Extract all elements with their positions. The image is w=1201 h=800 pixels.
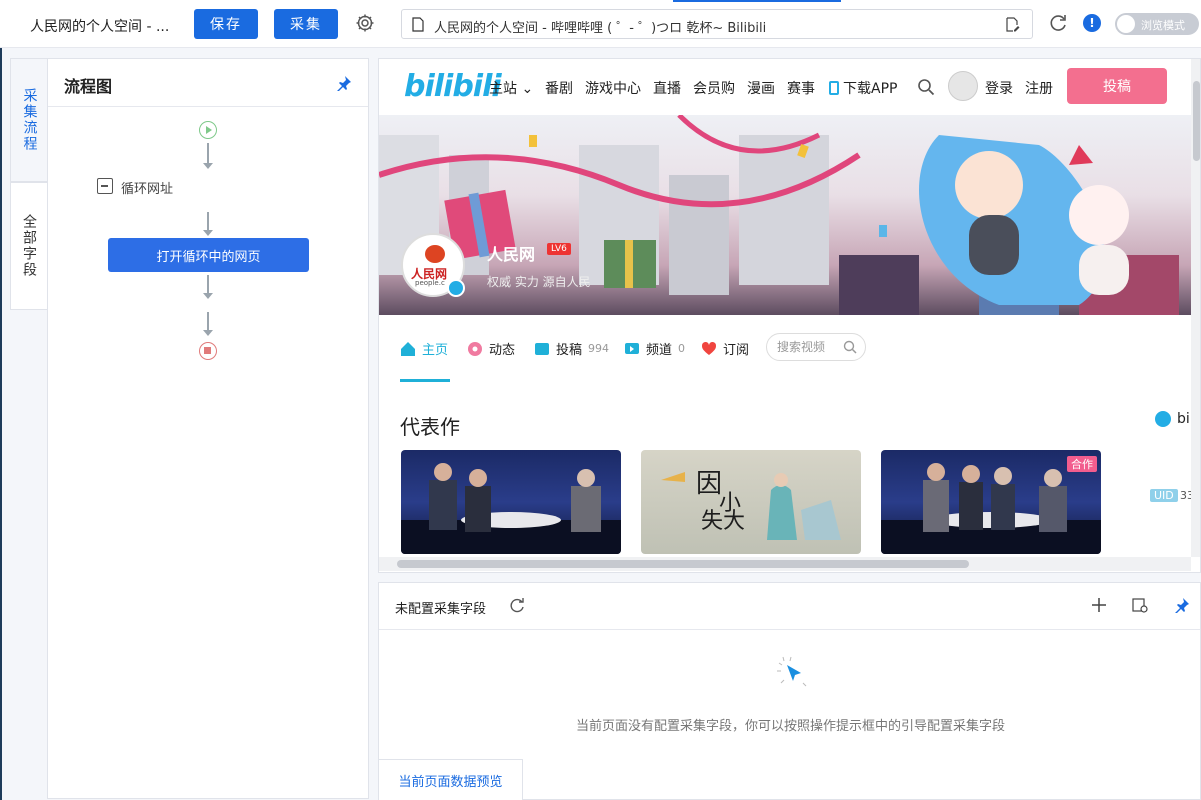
nav-comic[interactable]: 漫画 (747, 78, 775, 98)
empty-state-text: 当前页面没有配置采集字段，你可以按照操作提示框中的引导配置采集字段 (575, 719, 1005, 734)
info-icon[interactable]: ! (1083, 14, 1101, 32)
flower-icon (468, 341, 482, 356)
document-icon (412, 17, 424, 32)
video-search-input[interactable]: 搜索视频 (766, 333, 866, 361)
fields-panel-header: 未配置采集字段 (379, 583, 1200, 630)
pin-icon[interactable] (336, 75, 352, 91)
nav-download-app[interactable]: 下载APP (829, 78, 897, 98)
search-icon[interactable] (917, 78, 935, 96)
bili-header: bilibili 主站 ⌄ 番剧 游戏中心 直播 会员购 漫画 赛事 下载APP… (379, 59, 1191, 115)
flow-start-node[interactable] (199, 121, 217, 139)
collect-button[interactable]: 采集 (274, 9, 338, 39)
tab-all-fields[interactable]: 全部字段 (10, 182, 48, 310)
nav-game-center[interactable]: 游戏中心 (585, 78, 641, 98)
tab-uploads[interactable]: 投稿 994 (534, 339, 609, 358)
nav-member-shop[interactable]: 会员购 (693, 78, 735, 98)
tab-data-preview[interactable]: 当前页面数据预览 (379, 759, 523, 800)
refresh-icon[interactable] (509, 597, 525, 613)
flow-arrow (203, 212, 213, 236)
active-tab-underline (400, 379, 450, 382)
flow-panel-title: 流程图 (64, 77, 113, 96)
home-icon (401, 341, 415, 356)
add-field-icon[interactable] (1091, 597, 1107, 613)
open-loop-page-node[interactable]: 打开循环中的网页 (108, 238, 309, 272)
tab-home[interactable]: 主页 (400, 339, 448, 358)
cursor-click-icon (777, 656, 807, 687)
video-cover[interactable]: 因 小 失大 (641, 450, 861, 554)
video-cover[interactable] (401, 450, 621, 554)
top-toolbar: 人民网的个人空间 - ... 保存 采集 人民网的个人空间 - 哔哩哔哩 ( ゜… (0, 0, 1201, 48)
edit-page-icon[interactable] (1005, 17, 1020, 32)
section-title: 代表作 (400, 415, 460, 439)
upload-button[interactable]: 投稿 (1067, 68, 1167, 104)
pin-icon[interactable] (1174, 597, 1190, 613)
flow-arrow (203, 275, 213, 299)
refresh-icon[interactable] (1048, 13, 1068, 33)
cover-thumbnail: 因 小 失大 (661, 469, 841, 540)
flow-end-node[interactable] (199, 342, 217, 360)
horizontal-scrollbar[interactable] (379, 557, 1191, 571)
tab-channel[interactable]: 频道 0 (624, 339, 685, 358)
flow-arrow (203, 312, 213, 336)
browse-mode-label: 浏览模式 (1141, 19, 1185, 32)
search-icon (843, 340, 857, 354)
browser-viewport[interactable]: bilibili 主站 ⌄ 番剧 游戏中心 直播 会员购 漫画 赛事 下载APP… (378, 58, 1201, 573)
toggle-knob (1117, 15, 1135, 33)
save-button[interactable]: 保存 (194, 9, 258, 39)
task-title[interactable]: 人民网的个人空间 - ... (30, 16, 169, 36)
level-badge: LV6 (547, 243, 571, 255)
flow-panel-header: 流程图 (48, 59, 368, 107)
url-bar[interactable]: 人民网的个人空间 - 哔哩哔哩 ( ゜- ゜)つロ 乾杯~ Bilibili (401, 9, 1033, 39)
nav-events[interactable]: 赛事 (787, 78, 815, 98)
loop-node-label[interactable]: 循环网址 (121, 178, 173, 197)
svg-text:失大: 失大 (701, 509, 745, 534)
gear-icon[interactable] (355, 13, 375, 33)
cover-thumbnail (401, 463, 621, 554)
user-avatar[interactable] (948, 71, 978, 101)
avatar-sub-text: people.c (415, 279, 445, 287)
up-avatar[interactable]: 人民网 people.c (401, 233, 465, 297)
flow-arrow (203, 143, 213, 169)
space-tabs: 主页 动态 投稿 994 频道 0 订阅 搜索视频 (379, 315, 1191, 383)
tab-collect-flow[interactable]: 采集流程 (10, 58, 48, 182)
tab-dynamic[interactable]: 动态 (467, 339, 515, 358)
collapse-loop-icon[interactable] (97, 178, 113, 194)
verified-badge-icon (447, 279, 465, 297)
url-text: 人民网的个人空间 - 哔哩哔哩 ( ゜- ゜)つロ 乾杯~ Bilibili (434, 21, 767, 36)
nav-anime[interactable]: 番剧 (545, 78, 573, 98)
channel-icon (625, 342, 639, 354)
side-tabs: 采集流程 全部字段 (10, 58, 48, 313)
video-icon (535, 342, 549, 355)
heart-icon (701, 341, 717, 355)
scroll-thumb (397, 560, 969, 568)
vertical-scrollbar[interactable] (1191, 59, 1200, 557)
video-cover[interactable]: 合作 (881, 450, 1101, 554)
fields-panel-title: 未配置采集字段 (395, 602, 487, 617)
fields-panel: 未配置采集字段 当前页面没有配置采集字段，你可以按照操作提示框中的引导配置采集字… (378, 582, 1201, 800)
collab-badge: 合作 (1067, 456, 1097, 472)
bi-label: bi (1155, 411, 1190, 427)
active-tab-indicator (673, 0, 841, 2)
nav-main-site[interactable]: 主站 ⌄ (489, 78, 533, 98)
nav-live[interactable]: 直播 (653, 78, 681, 98)
login-link[interactable]: 登录 (985, 78, 1013, 98)
up-signature: 权威 实力 源自人民 (487, 275, 591, 289)
register-link[interactable]: 注册 (1025, 78, 1053, 98)
phone-icon (829, 81, 839, 95)
bilibili-logo[interactable]: bilibili (404, 69, 502, 104)
uid-badge: UID (1150, 489, 1178, 502)
browse-mode-toggle[interactable]: 浏览模式 (1115, 13, 1199, 35)
flow-panel: 流程图 循环网址 打开循环中的网页 (47, 58, 369, 799)
up-name[interactable]: 人民网 (487, 241, 535, 265)
logo-mark (425, 245, 445, 263)
bolt-icon (1155, 411, 1171, 427)
field-settings-icon[interactable] (1132, 597, 1148, 613)
tab-subscribe[interactable]: 订阅 (701, 339, 749, 358)
scroll-thumb (1193, 81, 1200, 161)
window-edge (0, 48, 2, 800)
